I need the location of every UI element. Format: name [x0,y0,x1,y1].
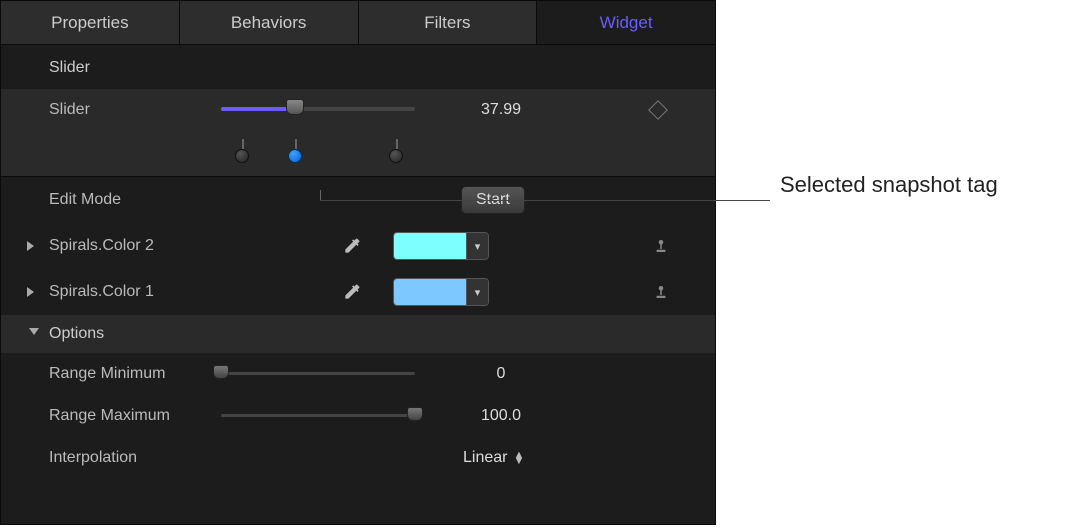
chevron-down-icon[interactable]: ▾ [466,279,488,305]
color-swatch[interactable]: ▾ [393,278,489,306]
snapshot-tag[interactable] [389,149,403,163]
options-header[interactable]: Options [1,315,715,353]
param-label: Spirals.Color 1 [49,283,221,301]
chevron-right-icon[interactable] [27,287,34,297]
slider-control[interactable] [221,101,415,119]
interpolation-label: Interpolation [49,449,221,467]
interpolation-popup[interactable]: Linear ▲▼ [463,449,524,467]
range-max-label: Range Maximum [49,407,221,425]
parameter-row: Spirals.Color 1 ▾ [1,269,715,315]
tab-filters[interactable]: Filters [359,1,538,44]
slider-value[interactable]: 37.99 [471,101,531,119]
inspector-tabs: Properties Behaviors Filters Widget [1,1,715,45]
callout-line [320,200,770,201]
range-max-row: Range Maximum 100.0 [1,395,715,437]
chevron-down-icon[interactable]: ▾ [466,233,488,259]
param-label: Spirals.Color 2 [49,237,221,255]
range-min-label: Range Minimum [49,365,221,383]
joystick-icon[interactable] [652,236,670,256]
snapshot-track[interactable] [221,139,415,169]
slider-thumb[interactable] [407,407,423,421]
range-min-slider[interactable] [221,366,415,382]
annotation-text: Selected snapshot tag [780,172,998,198]
color-swatch[interactable]: ▾ [393,232,489,260]
snapshot-tag[interactable] [235,149,249,163]
eyedropper-icon[interactable] [341,235,363,257]
callout-line [320,190,321,200]
joystick-icon[interactable] [652,282,670,302]
interpolation-row: Interpolation Linear ▲▼ [1,437,715,479]
slider-label: Slider [49,101,221,119]
snapshot-tag[interactable] [288,149,302,163]
range-max-slider[interactable] [221,408,415,424]
keyframe-icon[interactable] [648,100,668,120]
slider-thumb[interactable] [213,365,229,379]
slider-row: Slider 37.99 [1,89,715,131]
tab-behaviors[interactable]: Behaviors [180,1,359,44]
edit-mode-label: Edit Mode [49,191,221,209]
parameter-row: Spirals.Color 2 ▾ [1,223,715,269]
range-min-row: Range Minimum 0 [1,353,715,395]
range-min-value[interactable]: 0 [471,365,531,383]
options-label: Options [49,325,104,343]
tab-widget[interactable]: Widget [537,1,715,44]
chevron-down-icon [29,328,39,340]
section-title: Slider [1,45,715,89]
range-max-value[interactable]: 100.0 [471,407,531,425]
chevron-right-icon[interactable] [27,241,34,251]
tab-properties[interactable]: Properties [1,1,180,44]
popup-caret-icon: ▲▼ [513,452,524,464]
inspector-panel: Properties Behaviors Filters Widget Slid… [0,0,716,525]
eyedropper-icon[interactable] [341,281,363,303]
snapshot-tag-row [1,131,715,177]
slider-thumb[interactable] [286,99,304,115]
